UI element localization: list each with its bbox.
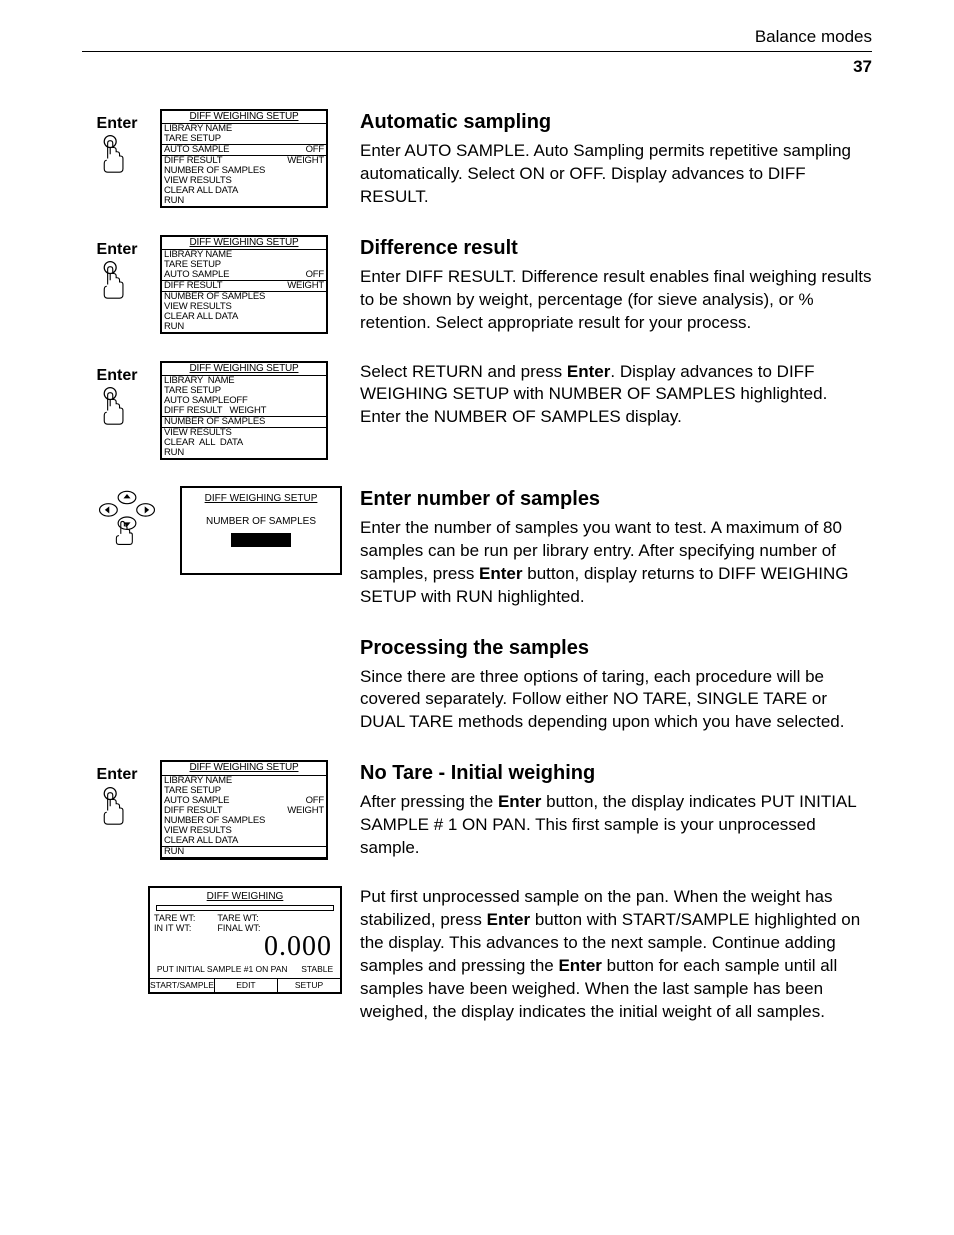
body-num-samples: Enter the number of samples you want to …: [360, 517, 872, 609]
press-icon: [100, 134, 134, 178]
lcd-screen-1: DIFF WEIGHING SETUP LIBRARY NAMETARE SET…: [160, 109, 328, 208]
body-processing: Since there are three options of taring,…: [360, 666, 872, 735]
press-icon: [100, 260, 134, 304]
press-icon: [100, 786, 134, 830]
body-put-sample: Put first unprocessed sample on the pan.…: [360, 886, 872, 1024]
header-section: Balance modes: [82, 26, 872, 52]
lcd-num-entry: DIFF WEIGHING SETUP NUMBER OF SAMPLES: [180, 486, 342, 575]
heading-diff-result: Difference result: [360, 235, 872, 262]
lcd-weigh-screen: DIFF WEIGHING TARE WT:IN IT WT: TARE WT:…: [148, 886, 342, 994]
heading-num-samples: Enter number of samples: [360, 486, 872, 513]
lcd-screen-3: DIFF WEIGHING SETUP LIBRARY NAMETARE SET…: [160, 361, 328, 460]
body-auto-sampling: Enter AUTO SAMPLE. Auto Sampling permits…: [360, 140, 872, 209]
enter-label: Enter: [97, 365, 138, 387]
body-diff-result: Enter DIFF RESULT. Difference result ena…: [360, 266, 872, 335]
enter-label: Enter: [97, 113, 138, 135]
dpad-icon: [96, 486, 158, 548]
heading-processing: Processing the samples: [360, 635, 872, 662]
press-icon: [100, 386, 134, 430]
page-number: 37: [82, 56, 872, 79]
enter-label: Enter: [97, 764, 138, 786]
body-return: Select RETURN and press Enter. Display a…: [360, 361, 872, 430]
heading-no-tare: No Tare - Initial weighing: [360, 760, 872, 787]
lcd-screen-2: DIFF WEIGHING SETUP LIBRARY NAMETARE SET…: [160, 235, 328, 334]
heading-auto-sampling: Automatic sampling: [360, 109, 872, 136]
lcd-screen-5: DIFF WEIGHING SETUP LIBRARY NAMETARE SET…: [160, 760, 328, 859]
body-no-tare: After pressing the Enter button, the dis…: [360, 791, 872, 860]
enter-label: Enter: [97, 239, 138, 261]
